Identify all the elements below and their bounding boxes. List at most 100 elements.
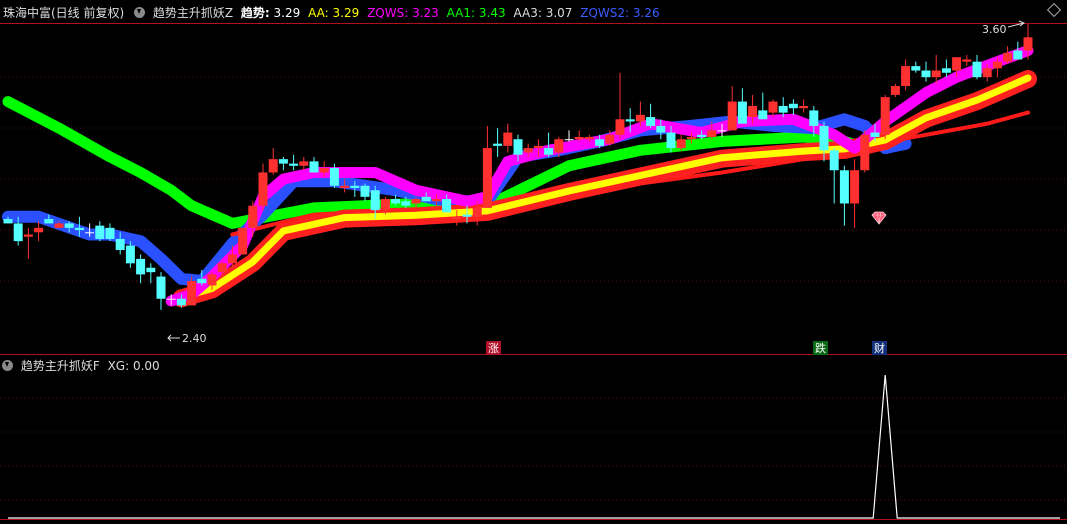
candle-body (278, 159, 288, 164)
candle (890, 83, 900, 98)
candle-body (452, 216, 462, 219)
candle-body (289, 163, 299, 166)
candle (799, 99, 809, 113)
lower-indicator-name[interactable]: 趋势主升抓妖F (21, 359, 100, 373)
candle-body (248, 205, 258, 228)
candle-body (778, 105, 788, 113)
indicator-ribbons (2, 45, 1037, 308)
candle (258, 163, 268, 211)
candle (931, 55, 941, 84)
candle (289, 154, 299, 171)
candle (146, 263, 156, 284)
candle-body (952, 57, 962, 71)
candle-body (758, 110, 768, 120)
candle (493, 128, 503, 157)
candle-body (503, 132, 513, 146)
candle-body (95, 225, 105, 239)
candle-body (442, 199, 452, 213)
candle (850, 159, 860, 228)
candle-body (982, 68, 992, 78)
candle-body (125, 245, 135, 264)
candle (839, 165, 849, 226)
candle-body (962, 59, 972, 62)
candle (727, 86, 737, 131)
candle-body (187, 281, 197, 306)
candle-body (666, 132, 676, 149)
candle-body (931, 70, 941, 78)
candle-body (462, 214, 472, 217)
candle (309, 156, 319, 173)
candle-body (901, 66, 911, 87)
candle-body (391, 199, 401, 204)
candle-body (554, 139, 564, 153)
candle-body (737, 101, 747, 124)
diamond-icon (871, 211, 887, 225)
candle (880, 94, 890, 140)
candle-body (870, 132, 880, 138)
kline-chart[interactable]: 3.60 2.40 涨 跌 财 (0, 0, 1067, 524)
candle (564, 130, 574, 142)
candle (238, 227, 248, 255)
candle-body (595, 139, 605, 146)
candle (972, 55, 982, 80)
indicator-name[interactable]: 趋势主升抓妖Z (153, 6, 233, 20)
candle-body (115, 238, 125, 251)
candle-body (105, 227, 115, 239)
svg-text:涨: 涨 (488, 342, 499, 355)
candle-body (207, 274, 217, 286)
candle-body (54, 223, 64, 228)
candle-body (309, 161, 319, 173)
candle-body (584, 137, 594, 140)
stock-title: 珠海中富(日线 前复权) (3, 6, 125, 20)
candle-body (13, 223, 23, 242)
candle-body (64, 223, 74, 228)
candle-body (136, 258, 146, 275)
candle-body (329, 168, 339, 186)
candle (156, 272, 166, 310)
candle-body (370, 190, 380, 211)
candle-body (717, 130, 727, 132)
dropdown-icon[interactable] (2, 360, 13, 371)
candle (737, 88, 747, 124)
candle-body (850, 170, 860, 204)
candle-body (941, 68, 951, 73)
grid-lines (0, 23, 1067, 520)
candle (768, 99, 778, 118)
signal-fall: 跌 (813, 341, 828, 355)
value-aa3: AA3: 3.07 (513, 6, 573, 20)
candle-body (1003, 52, 1013, 62)
candle (105, 223, 115, 242)
lower-header: 趋势主升抓妖F XG: 0.00 (0, 357, 164, 375)
candle-body (819, 125, 829, 151)
candle (962, 55, 972, 67)
candle (646, 103, 656, 129)
signal-wealth: 财 (872, 341, 887, 355)
candle-body (146, 267, 156, 273)
candle (95, 221, 105, 242)
candle (901, 59, 911, 91)
candle-body (482, 148, 492, 208)
candle-body (156, 276, 166, 299)
candle-body (472, 207, 482, 217)
candle (23, 227, 33, 259)
candle-body (1013, 50, 1023, 60)
high-price-label: 3.60 (982, 23, 1007, 36)
candle-body (1023, 37, 1033, 51)
candle (860, 130, 870, 173)
candle (758, 92, 768, 120)
candle-body (635, 114, 645, 122)
candle-body (676, 139, 686, 149)
candle-body (401, 201, 411, 206)
signal-rise: 涨 (486, 341, 501, 355)
candle (778, 97, 788, 118)
candle-body (411, 199, 421, 204)
candle (788, 99, 798, 115)
candle (268, 148, 278, 175)
candle-body (513, 139, 523, 155)
candle-body (360, 185, 370, 197)
candle (676, 134, 686, 151)
candle-body (656, 125, 666, 133)
candle-body (23, 234, 33, 237)
lower-indicator-plot (8, 374, 1060, 519)
dropdown-icon[interactable] (134, 7, 146, 18)
